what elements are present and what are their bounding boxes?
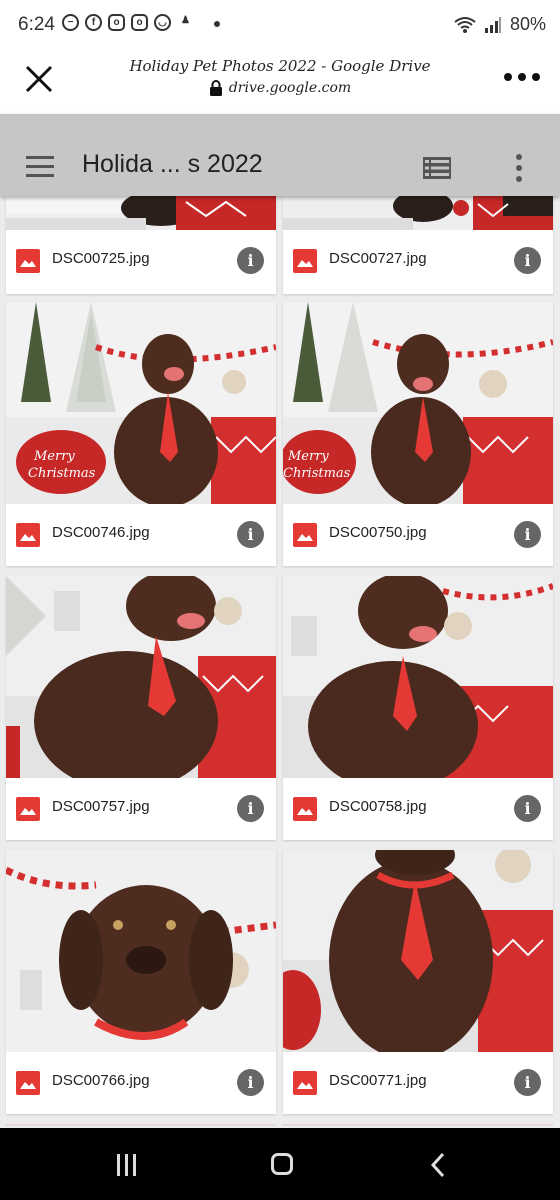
- more-options-button[interactable]: [504, 73, 540, 87]
- photo-thumbnail: Merry Christmas: [6, 302, 276, 504]
- instagram-icon: o: [131, 14, 148, 31]
- file-name: DSC00725.jpg: [52, 250, 150, 267]
- image-file-icon: [16, 797, 40, 821]
- info-icon[interactable]: i: [237, 1069, 264, 1096]
- image-file-icon: [16, 523, 40, 547]
- system-navigation-bar: [0, 1128, 560, 1200]
- photo-thumbnail: [6, 850, 276, 1052]
- info-icon[interactable]: i: [237, 521, 264, 548]
- minus-circle-icon: −: [62, 14, 79, 31]
- status-bar: 6:24 − f o o ◡ ♟ 80%: [0, 0, 560, 48]
- image-file-icon: [16, 1071, 40, 1095]
- browser-bar: Holiday Pet Photos 2022 - Google Drive d…: [0, 48, 560, 114]
- file-grid: DSC00725.jpg i DSC00727.jpg i Merry Chri…: [0, 196, 560, 1126]
- file-name: DSC00758.jpg: [329, 798, 427, 815]
- image-file-icon: [293, 249, 317, 273]
- info-icon[interactable]: i: [237, 795, 264, 822]
- lock-icon: [209, 80, 222, 96]
- status-time: 6:24: [18, 14, 55, 35]
- svg-text:Christmas: Christmas: [283, 466, 351, 481]
- list-view-icon[interactable]: [423, 157, 451, 179]
- cooking-icon: ◡: [154, 14, 171, 31]
- svg-text:Merry: Merry: [287, 449, 329, 464]
- file-name: DSC00771.jpg: [329, 1072, 427, 1089]
- photo-thumbnail: [283, 850, 553, 1052]
- info-icon[interactable]: i: [514, 795, 541, 822]
- file-name: DSC00746.jpg: [52, 524, 150, 541]
- url-display: drive.google.com: [90, 80, 470, 96]
- file-card[interactable]: Merry Christmas DSC00750.jpg i: [283, 302, 553, 566]
- info-icon[interactable]: i: [514, 521, 541, 548]
- file-name: DSC00750.jpg: [329, 524, 427, 541]
- photo-thumbnail: Merry Christmas: [283, 302, 553, 504]
- file-name: DSC00757.jpg: [52, 798, 150, 815]
- instagram-icon: o: [108, 14, 125, 31]
- file-card[interactable]: Merry Christmas DSC00746.jpg i: [6, 302, 276, 566]
- back-icon[interactable]: [430, 1152, 446, 1178]
- folder-title: Holida ... s 2022: [82, 150, 263, 178]
- image-file-icon: [293, 523, 317, 547]
- file-footer: DSC00771.jpg i: [283, 1052, 553, 1114]
- file-name: DSC00727.jpg: [329, 250, 427, 267]
- file-footer: DSC00725.jpg i: [6, 230, 276, 292]
- overflow-menu-icon[interactable]: [514, 154, 524, 182]
- photo-thumbnail: [283, 576, 553, 778]
- svg-text:Christmas: Christmas: [28, 466, 96, 481]
- info-icon[interactable]: i: [514, 247, 541, 274]
- file-card[interactable]: [283, 1124, 553, 1126]
- file-card[interactable]: DSC00758.jpg i: [283, 576, 553, 840]
- menu-icon[interactable]: [26, 156, 56, 178]
- file-card[interactable]: DSC00771.jpg i: [283, 850, 553, 1114]
- file-footer: DSC00766.jpg i: [6, 1052, 276, 1114]
- photo-thumbnail: [6, 1124, 276, 1126]
- svg-text:Merry: Merry: [33, 449, 75, 464]
- file-card[interactable]: DSC00757.jpg i: [6, 576, 276, 840]
- info-icon[interactable]: i: [514, 1069, 541, 1096]
- app-toolbar: Holida ... s 2022: [0, 114, 560, 196]
- facebook-icon: f: [85, 14, 102, 31]
- image-file-icon: [293, 1071, 317, 1095]
- photo-thumbnail: [6, 576, 276, 778]
- page-title: Holiday Pet Photos 2022 - Google Drive: [129, 57, 431, 75]
- file-footer: DSC00757.jpg i: [6, 778, 276, 840]
- signal-icon: [484, 16, 501, 33]
- file-card[interactable]: [6, 1124, 276, 1126]
- wifi-icon: [454, 16, 476, 33]
- meditation-icon: ♟: [181, 15, 190, 26]
- file-card[interactable]: DSC00766.jpg i: [6, 850, 276, 1114]
- status-right: 80%: [454, 14, 546, 35]
- battery-level: 80%: [509, 14, 546, 34]
- file-name: DSC00766.jpg: [52, 1072, 150, 1089]
- file-footer: DSC00758.jpg i: [283, 778, 553, 840]
- file-footer: DSC00727.jpg i: [283, 230, 553, 292]
- image-file-icon: [293, 797, 317, 821]
- info-icon[interactable]: i: [237, 247, 264, 274]
- file-footer: DSC00750.jpg i: [283, 504, 553, 566]
- url-text: drive.google.com: [228, 80, 352, 96]
- more-notifications-dot: [214, 21, 220, 27]
- photo-thumbnail: [6, 196, 276, 230]
- recent-apps-icon[interactable]: [115, 1154, 139, 1176]
- image-file-icon: [16, 249, 40, 273]
- file-card[interactable]: DSC00725.jpg i: [6, 196, 276, 294]
- notification-icons: − f o o ◡ ♟: [62, 14, 194, 31]
- file-footer: DSC00746.jpg i: [6, 504, 276, 566]
- file-card[interactable]: DSC00727.jpg i: [283, 196, 553, 294]
- photo-thumbnail: [283, 1124, 553, 1126]
- photo-thumbnail: [283, 196, 553, 230]
- home-icon[interactable]: [271, 1153, 293, 1175]
- close-icon[interactable]: [22, 62, 56, 96]
